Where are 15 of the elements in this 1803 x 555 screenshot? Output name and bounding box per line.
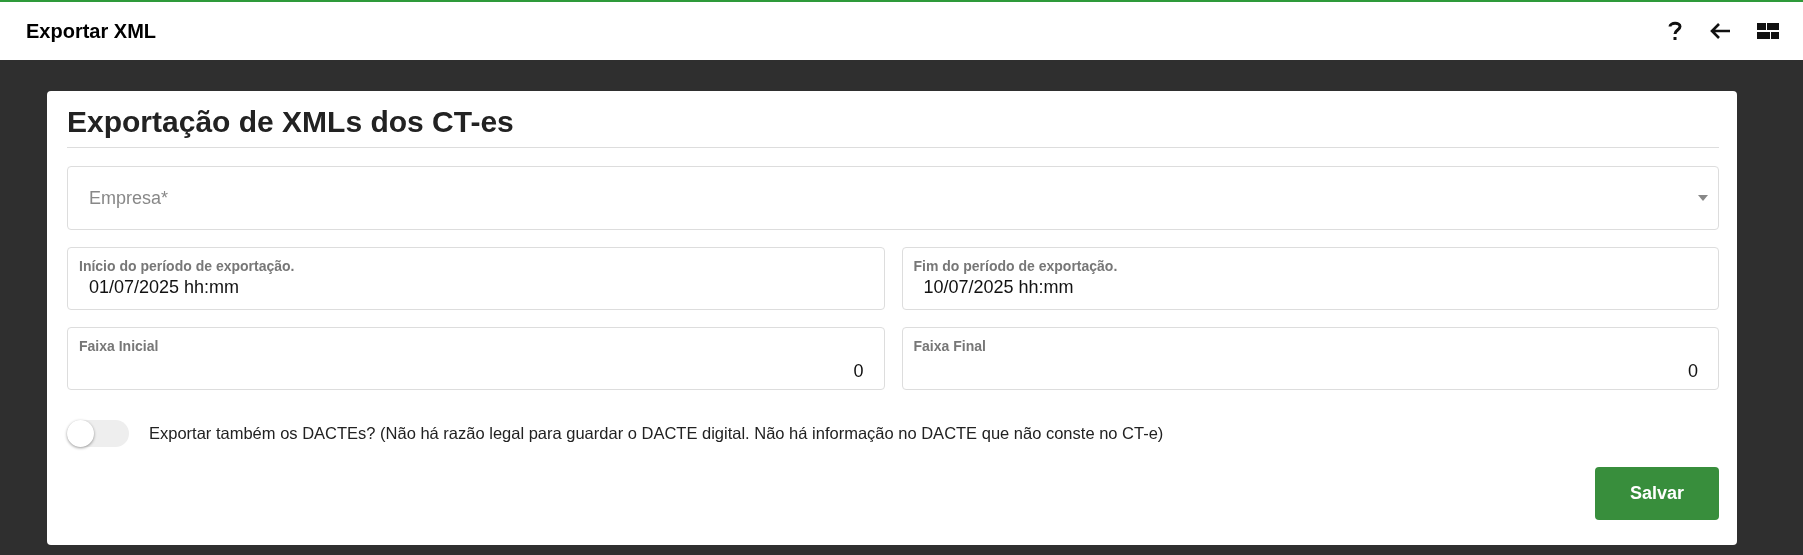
company-select[interactable]: Empresa* [67,166,1719,230]
caret-icon [1698,195,1708,201]
form-title: Exportação de XMLs dos CT-es [67,101,1719,148]
page-title: Exportar XML [26,19,157,43]
toggle-label: Exportar também os DACTEs? (Não há razão legal para guardar o DACTE digital. Não há informação no DACTE que não conste no CT-e) [149,424,1164,443]
back-arrow-icon[interactable] [1709,22,1731,40]
grid-icon[interactable] [1757,23,1779,39]
number-field[interactable]: Faixa Inicial 0 [67,327,885,390]
date-field[interactable]: Início do período de exportação. 01/07/2025 hh:mm [67,247,885,310]
toggle-switch[interactable] [67,420,129,447]
select-placeholder: Empresa* [89,187,169,209]
number-field[interactable]: Faixa Final 0 [901,327,1719,390]
save-button[interactable]: Salvar [1595,467,1719,520]
date-field[interactable]: Fim do período de exportação. 10/07/2025 hh:mm [901,247,1719,310]
help-icon[interactable] [1667,20,1683,42]
